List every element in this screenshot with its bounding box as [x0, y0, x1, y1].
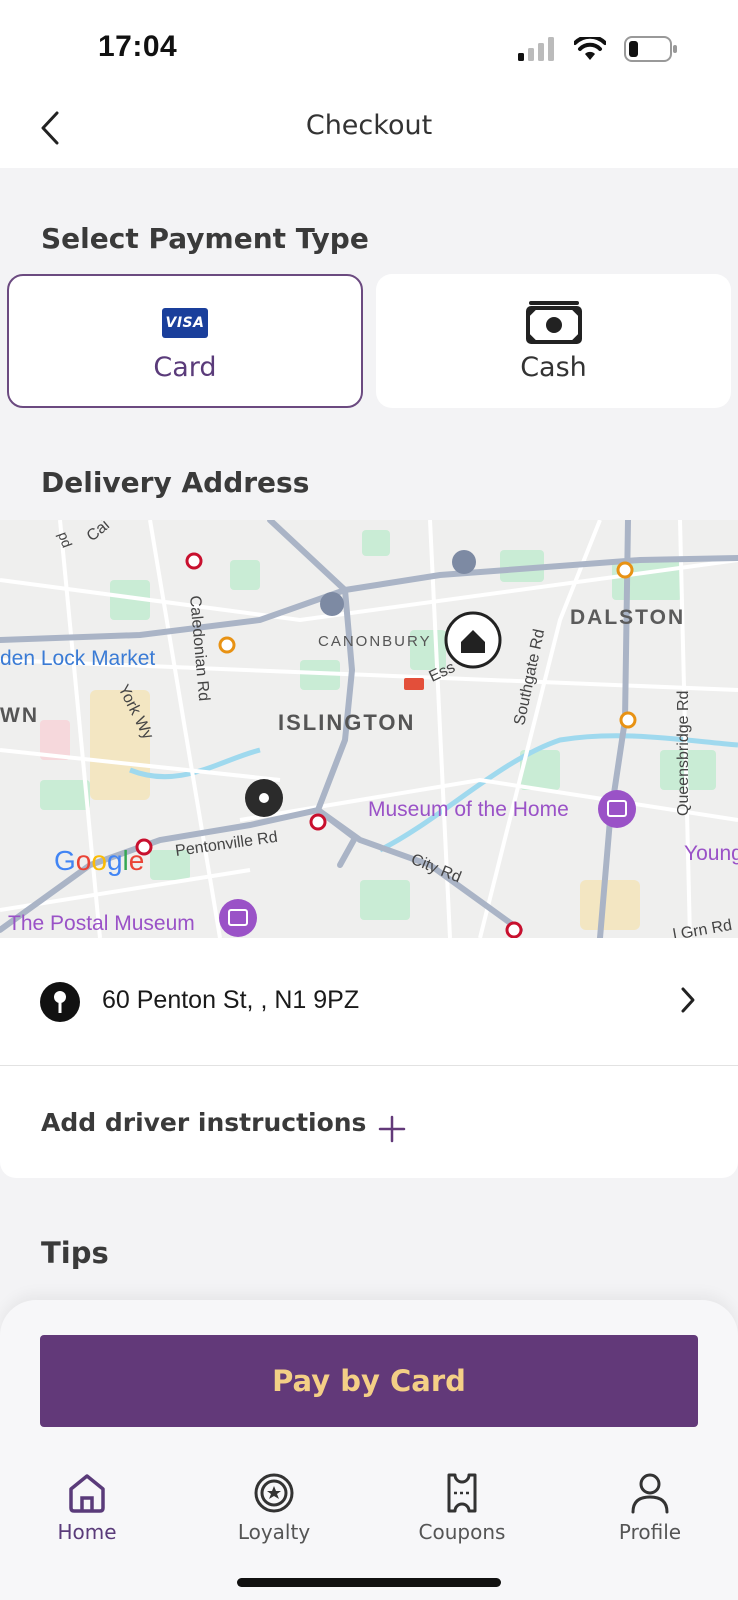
map-label-caledonian: Caledonian Rd — [186, 595, 212, 702]
tab-bar: Home Loyalty Coupons Profile — [0, 1460, 738, 1570]
tab-profile-label: Profile — [618, 1520, 682, 1544]
map-label-queensbridge: Queensbridge Rd — [675, 691, 692, 816]
tab-home[interactable]: Home — [12, 1460, 162, 1560]
map-label-lock-market: den Lock Market — [0, 647, 155, 670]
driver-instructions-row[interactable]: Add driver instructions — [0, 1066, 738, 1178]
tab-coupons-label: Coupons — [418, 1520, 506, 1544]
map-label-young: Young — [684, 842, 738, 865]
map-label-cai: Cai — [84, 520, 113, 545]
chevron-right-icon — [681, 987, 695, 1013]
delivery-section-title: Delivery Address — [41, 466, 310, 499]
payment-option-card-label: Card — [153, 352, 217, 383]
tab-home-label: Home — [57, 1520, 117, 1544]
status-time: 17:04 — [98, 30, 178, 63]
payment-option-cash[interactable]: Cash — [376, 274, 731, 408]
location-pin-icon — [40, 982, 80, 1022]
tab-loyalty[interactable]: Loyalty — [199, 1460, 349, 1560]
status-icons — [518, 36, 678, 62]
map-label-museum-home: Museum of the Home — [368, 798, 569, 821]
payment-section-title: Select Payment Type — [41, 222, 369, 255]
map-label-islington: ISLINGTON — [278, 710, 415, 735]
delivery-map[interactable]: DALSTON CANONBURY ISLINGTON den Lock Mar… — [0, 520, 738, 938]
tips-section-title: Tips — [41, 1236, 109, 1270]
battery-icon — [624, 36, 677, 62]
google-logo: Google — [54, 845, 144, 876]
map-label-postal-museum: The Postal Museum — [8, 912, 195, 935]
pay-by-card-button[interactable]: Pay by Card — [40, 1335, 698, 1427]
map-label-city-rd: City Rd — [409, 851, 464, 886]
map-label-southgate: Southgate Rd — [511, 628, 548, 727]
map-label-canonbury: CANONBURY — [318, 633, 432, 650]
home-icon — [69, 1474, 105, 1513]
profile-icon — [631, 1473, 669, 1514]
payment-option-cash-label: Cash — [520, 352, 587, 383]
map-label-own: WN — [0, 704, 39, 727]
tab-profile[interactable]: Profile — [575, 1460, 725, 1560]
payment-option-card[interactable]: VISA Card — [7, 274, 363, 408]
address-row[interactable]: 60 Penton St, , N1 9PZ — [0, 938, 738, 1066]
loyalty-icon — [254, 1473, 294, 1513]
map-label-pd: pd — [55, 530, 75, 550]
tab-coupons[interactable]: Coupons — [387, 1460, 537, 1560]
wifi-icon — [574, 37, 606, 60]
map-label-dalston: DALSTON — [570, 606, 685, 629]
plus-icon[interactable] — [378, 1115, 406, 1143]
page-title: Checkout — [305, 110, 433, 141]
signal-icon — [518, 37, 554, 61]
coupon-icon — [447, 1473, 477, 1513]
cash-icon — [526, 301, 582, 344]
home-indicator — [237, 1578, 501, 1587]
map-label-grn: l Grn Rd — [672, 917, 734, 938]
header: Checkout — [0, 90, 738, 168]
visa-icon: VISA — [162, 308, 208, 338]
tab-loyalty-label: Loyalty — [237, 1520, 311, 1544]
status-bar: 17:04 — [0, 0, 738, 90]
address-text: 60 Penton St, , N1 9PZ — [102, 986, 360, 1014]
map-canvas: DALSTON CANONBURY ISLINGTON den Lock Mar… — [0, 520, 738, 938]
driver-instructions-label: Add driver instructions — [41, 1108, 367, 1137]
